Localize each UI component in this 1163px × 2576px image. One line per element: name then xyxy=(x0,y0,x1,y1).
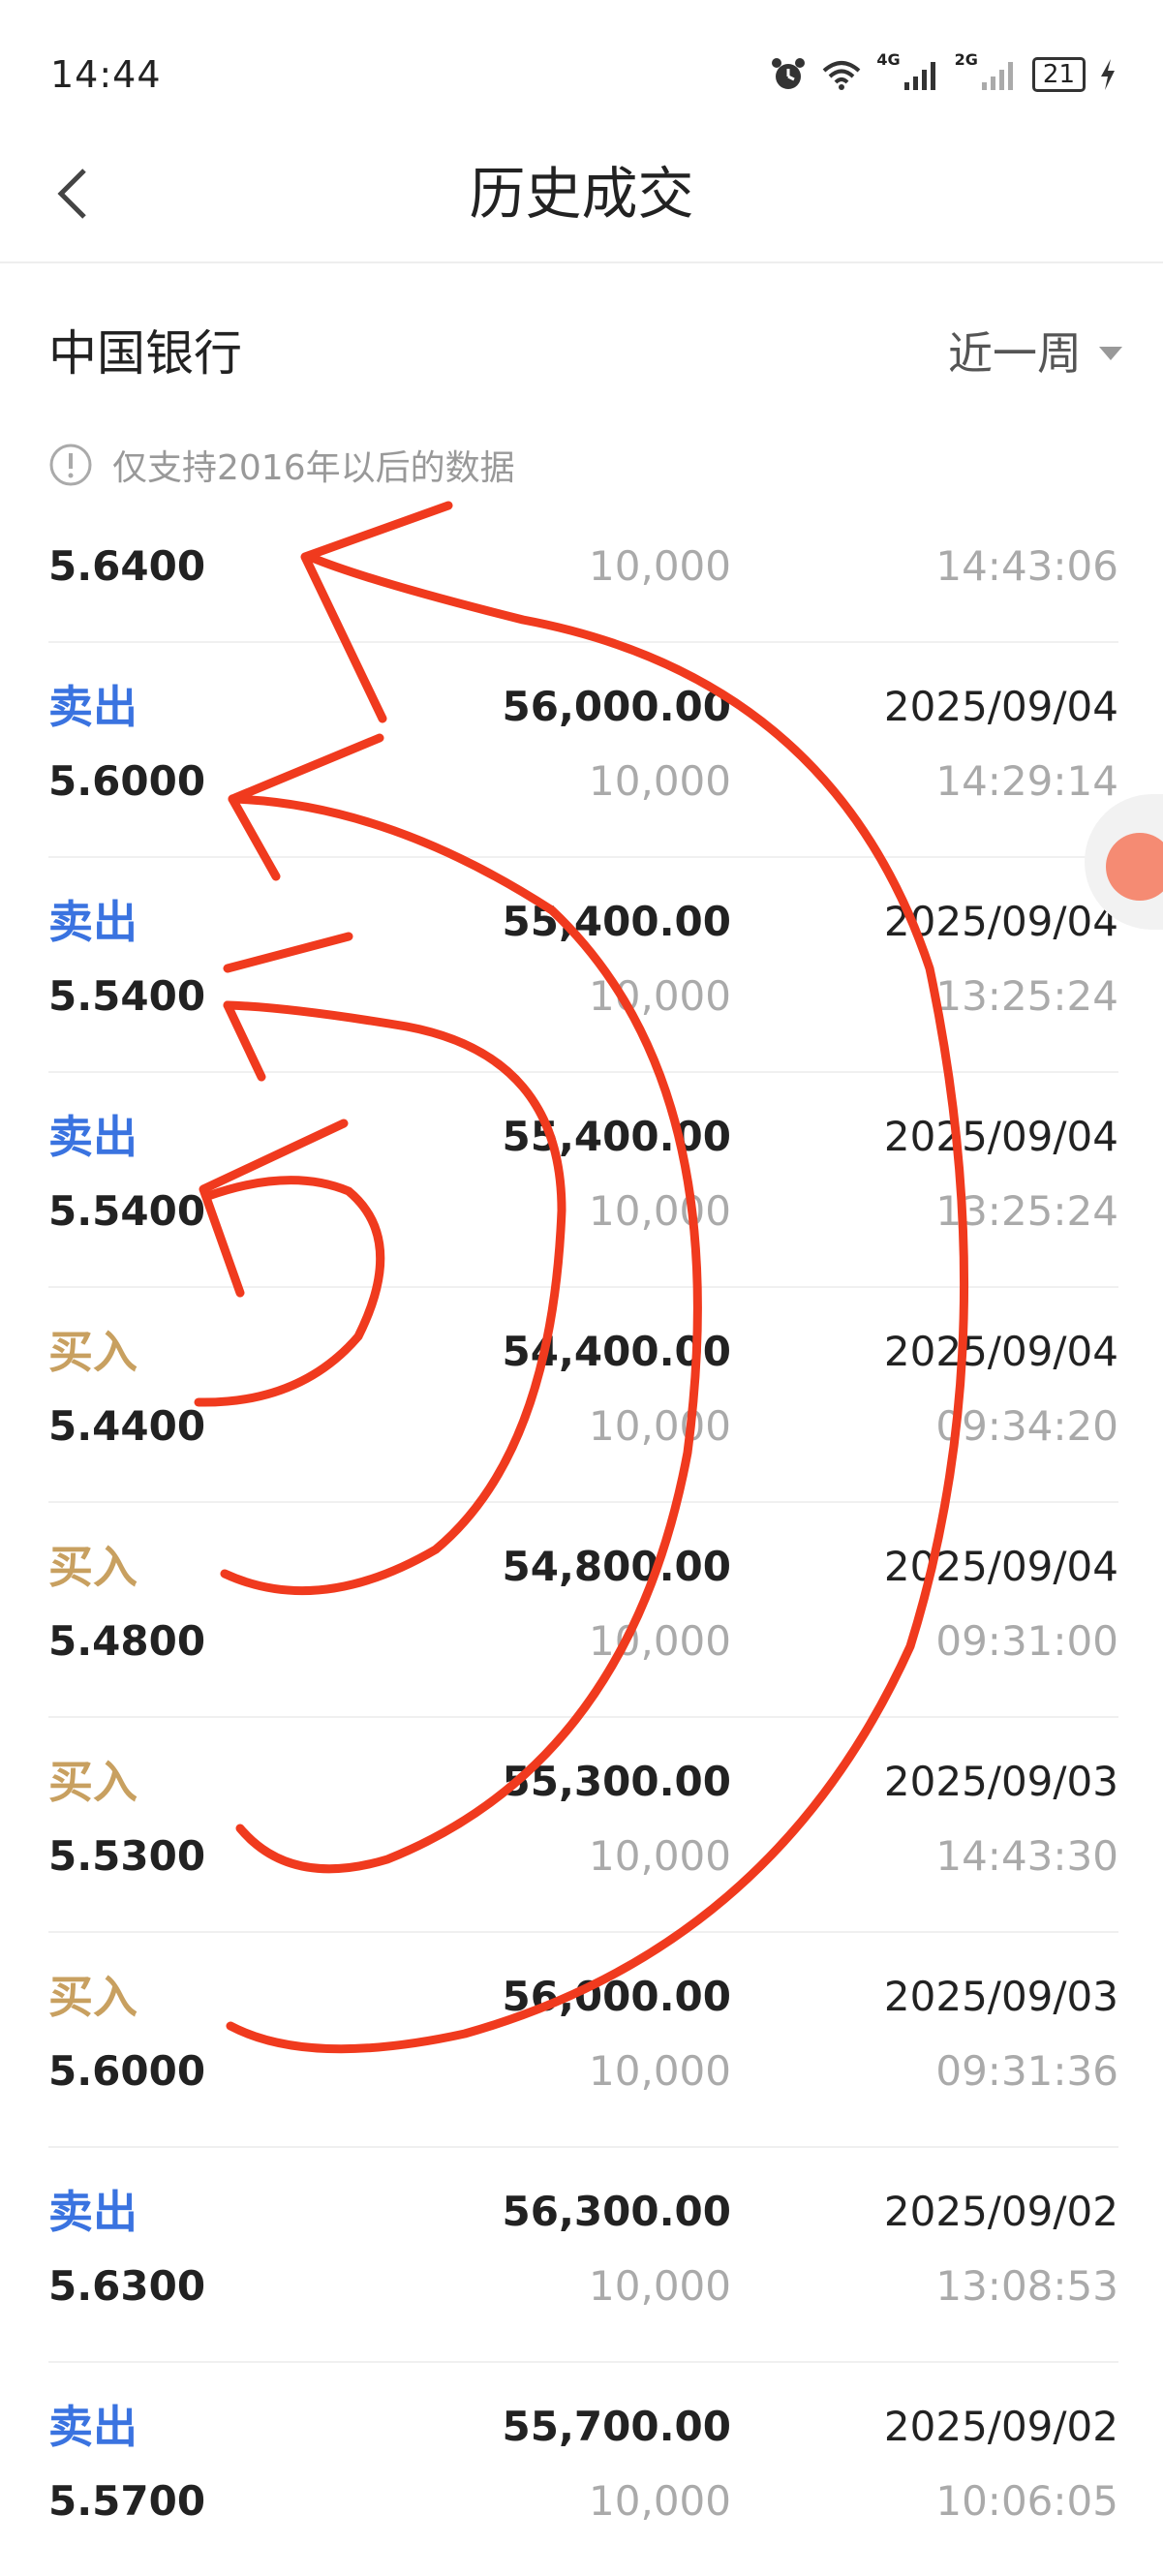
trade-type: 卖出 xyxy=(48,2401,138,2453)
trade-amount: 55,400.00 xyxy=(502,898,731,945)
trade-row[interactable]: 买入 5.5300 55,300.00 10,000 2025/09/03 14:43:3… xyxy=(48,1716,1118,1933)
network-4g-label: 4G xyxy=(876,50,901,69)
trade-quantity: 10,000 xyxy=(589,542,731,590)
alarm-icon xyxy=(772,58,806,89)
trade-price: 5.5300 xyxy=(48,1832,206,1880)
trade-row[interactable]: 卖出 5.6000 56,000.00 10,000 2025/09/04 14:29:1… xyxy=(48,641,1118,858)
trade-type: 卖出 xyxy=(48,681,138,733)
trade-amount: 56,000.00 xyxy=(502,683,731,730)
trade-date: 2025/09/03 xyxy=(883,1758,1118,1805)
trade-quantity: 10,000 xyxy=(589,1832,731,1880)
period-label: 近一周 xyxy=(948,327,1082,380)
signal-icon xyxy=(903,62,935,90)
trade-price: 5.4800 xyxy=(48,1617,206,1665)
charging-icon xyxy=(1101,59,1115,90)
signal-weak-icon xyxy=(981,62,1013,90)
battery-icon: 21 xyxy=(1031,57,1086,92)
trade-quantity: 10,000 xyxy=(589,2047,731,2095)
trade-amount: 54,400.00 xyxy=(502,1328,731,1375)
trade-price: 5.6000 xyxy=(48,757,206,805)
nav-bar: 历史成交 xyxy=(0,126,1163,263)
trade-amount: 56,300.00 xyxy=(502,2188,731,2235)
trade-row[interactable]: 卖出 5.5400 55,400.00 10,000 2025/09/04 13:25:2… xyxy=(48,856,1118,1073)
trade-quantity: 10,000 xyxy=(589,1187,731,1235)
trade-time: 09:31:36 xyxy=(935,2047,1118,2095)
dropdown-triangle-icon xyxy=(1099,347,1122,360)
stock-name: 中国银行 xyxy=(48,325,242,382)
trade-amount: 55,700.00 xyxy=(502,2403,731,2450)
trade-date: 2025/09/03 xyxy=(883,1973,1118,2020)
trade-type: 卖出 xyxy=(48,2186,138,2238)
trade-amount: 54,800.00 xyxy=(502,1543,731,1590)
trade-date: 2025/09/02 xyxy=(883,2188,1118,2235)
trade-price: 5.6400 xyxy=(48,542,206,590)
network-2g-label: 2G xyxy=(954,50,978,69)
trade-quantity: 10,000 xyxy=(589,2262,731,2310)
trade-type: 卖出 xyxy=(48,896,138,948)
trade-quantity: 10,000 xyxy=(589,757,731,805)
trade-price: 5.6300 xyxy=(48,2262,206,2310)
trade-row[interactable]: 卖出 5.6300 56,300.00 10,000 2025/09/02 13:08:5… xyxy=(48,2146,1118,2363)
status-time: 14:44 xyxy=(50,53,162,96)
trade-time: 14:29:14 xyxy=(935,757,1118,805)
trade-row[interactable]: 卖出 5.5700 55,700.00 10,000 2025/09/02 10:06:0… xyxy=(48,2361,1118,2576)
data-notice: 仅支持2016年以后的数据 xyxy=(48,441,515,489)
trade-price: 5.5400 xyxy=(48,1187,206,1235)
trade-date: 2025/09/04 xyxy=(883,1113,1118,1160)
info-icon xyxy=(49,444,92,486)
trade-time: 13:08:53 xyxy=(935,2262,1118,2310)
trade-type: 买入 xyxy=(48,1756,138,1808)
trade-amount: 55,300.00 xyxy=(502,1758,731,1805)
trade-time: 09:31:00 xyxy=(935,1617,1118,1665)
trade-row[interactable]: 5.6400 10,000 14:43:06 xyxy=(48,513,1118,643)
battery-level: 21 xyxy=(1042,60,1075,89)
trade-date: 2025/09/04 xyxy=(883,683,1118,730)
notice-text: 仅支持2016年以后的数据 xyxy=(112,448,515,488)
trade-quantity: 10,000 xyxy=(589,1617,731,1665)
status-icons: 4G 2G 21 xyxy=(770,50,1117,99)
trade-time: 14:43:06 xyxy=(935,542,1118,590)
trade-type: 买入 xyxy=(48,1971,138,2023)
trade-time: 10:06:05 xyxy=(935,2477,1118,2525)
trade-amount: 55,400.00 xyxy=(502,1113,731,1160)
trade-time: 13:25:24 xyxy=(935,972,1118,1020)
status-bar: 14:44 4G 2G 21 xyxy=(0,0,1163,145)
trade-price: 5.5400 xyxy=(48,972,206,1020)
trade-row[interactable]: 买入 5.4400 54,400.00 10,000 2025/09/04 09:34:2… xyxy=(48,1286,1118,1503)
trade-price: 5.5700 xyxy=(48,2477,206,2525)
trade-type: 卖出 xyxy=(48,1111,138,1163)
trade-row[interactable]: 买入 5.6000 56,000.00 10,000 2025/09/03 09:31:3… xyxy=(48,1931,1118,2148)
trade-price: 5.4400 xyxy=(48,1402,206,1450)
filter-row: 中国银行 近一周 xyxy=(0,310,1163,397)
trade-quantity: 10,000 xyxy=(589,1402,731,1450)
trade-type: 买入 xyxy=(48,1326,138,1378)
trade-quantity: 10,000 xyxy=(589,972,731,1020)
trade-type: 买入 xyxy=(48,1541,138,1593)
period-dropdown[interactable]: 近一周 xyxy=(948,320,1124,387)
trade-price: 5.6000 xyxy=(48,2047,206,2095)
trade-amount: 56,000.00 xyxy=(502,1973,731,2020)
wifi-icon xyxy=(823,61,861,90)
trade-row[interactable]: 卖出 5.5400 55,400.00 10,000 2025/09/04 13:25:2… xyxy=(48,1071,1118,1288)
trade-date: 2025/09/04 xyxy=(883,1328,1118,1375)
assistant-icon xyxy=(1106,833,1163,901)
page-title: 历史成交 xyxy=(469,161,694,227)
trade-time: 14:43:30 xyxy=(935,1832,1118,1880)
trade-row[interactable]: 买入 5.4800 54,800.00 10,000 2025/09/04 09:31:0… xyxy=(48,1501,1118,1718)
trade-date: 2025/09/04 xyxy=(883,898,1118,945)
trade-date: 2025/09/04 xyxy=(883,1543,1118,1590)
trade-date: 2025/09/02 xyxy=(883,2403,1118,2450)
trade-time: 13:25:24 xyxy=(935,1187,1118,1235)
trade-time: 09:34:20 xyxy=(935,1402,1118,1450)
trade-quantity: 10,000 xyxy=(589,2477,731,2525)
